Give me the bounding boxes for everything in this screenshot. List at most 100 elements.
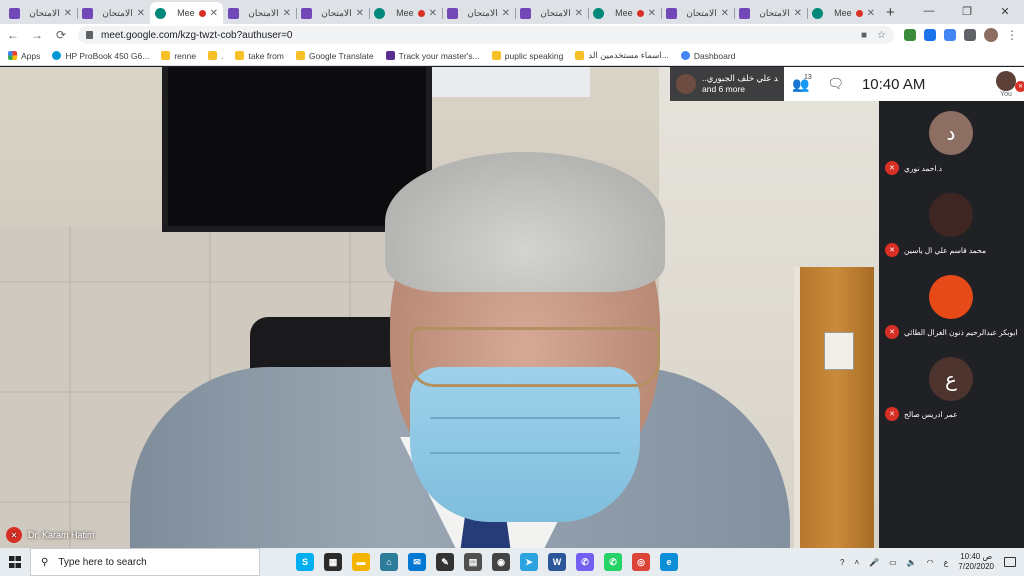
skype-icon[interactable]: S: [296, 553, 314, 571]
close-tab-icon[interactable]: ✕: [502, 8, 510, 19]
network-icon[interactable]: ⌂: [380, 553, 398, 571]
mail-icon[interactable]: ✉: [408, 553, 426, 571]
bookmark-item[interactable]: Google Translate: [295, 51, 374, 61]
help-icon[interactable]: ?: [840, 558, 844, 567]
close-tab-icon[interactable]: ✕: [721, 8, 729, 19]
mic-off-icon: ✕: [885, 407, 899, 421]
browser-tab[interactable]: الامتحان ✕: [4, 2, 77, 24]
bookmark-item[interactable]: puplic speaking: [491, 51, 563, 61]
browser-tab[interactable]: الامتحان ✕: [661, 2, 734, 24]
bookmark-item[interactable]: renne: [161, 51, 196, 61]
reload-button[interactable]: ⟳: [54, 28, 68, 42]
recording-icon: [855, 9, 863, 17]
close-tab-icon[interactable]: ✕: [867, 8, 875, 19]
address-bar[interactable]: meet.google.com/kzg-twzt-cob?authuser=0 …: [78, 26, 894, 44]
profile-avatar[interactable]: [984, 28, 998, 42]
bookmark-item[interactable]: HP ProBook 450 G6...: [52, 51, 149, 61]
chrome-icon[interactable]: ◎: [632, 553, 650, 571]
menu-icon[interactable]: ⋮: [1006, 28, 1018, 42]
participant-tile[interactable]: ع ✕ عمر ادريس صالح: [879, 347, 1024, 429]
tab-title: الامتحان: [759, 7, 790, 18]
close-tab-icon[interactable]: ✕: [648, 8, 656, 19]
start-button[interactable]: [0, 548, 30, 576]
battery-icon[interactable]: ▭: [889, 558, 897, 567]
camera-icon[interactable]: ■: [861, 30, 867, 41]
participant-tile[interactable]: ✕ محمد قاسم علي ال ياسين: [879, 183, 1024, 265]
new-tab-button[interactable]: +: [886, 2, 895, 24]
puzzle-icon[interactable]: [964, 29, 976, 41]
close-tab-icon[interactable]: ✕: [356, 8, 364, 19]
viber-icon[interactable]: ✆: [576, 553, 594, 571]
browser-tab[interactable]: الامتحان ✕: [296, 2, 369, 24]
chat-icon[interactable]: 🗨: [827, 76, 844, 92]
media-icon[interactable]: ◉: [492, 553, 510, 571]
close-tab-icon[interactable]: ✕: [64, 8, 72, 19]
speaker-hair: [385, 152, 665, 292]
close-tab-icon[interactable]: ✕: [575, 8, 583, 19]
door-sign: [824, 332, 854, 370]
maximize-button[interactable]: ❐: [948, 0, 986, 22]
taskbar-date: 7/20/2020: [958, 562, 994, 571]
close-tab-icon[interactable]: ✕: [794, 8, 802, 19]
back-button[interactable]: ←: [6, 28, 20, 42]
browser-tab[interactable]: الامتحان ✕: [734, 2, 807, 24]
store-icon[interactable]: ▦: [324, 553, 342, 571]
notes-icon[interactable]: ✎: [436, 553, 454, 571]
bookmark-item[interactable]: Track your master's...: [385, 51, 480, 61]
mic-off-icon: ✕: [885, 161, 899, 175]
language-indicator[interactable]: ع: [944, 558, 949, 567]
up-arrow-icon[interactable]: ˄: [854, 558, 859, 567]
extension-icon[interactable]: [924, 29, 936, 41]
browser-tab[interactable]: Mee ✕: [807, 2, 880, 24]
word-icon[interactable]: W: [548, 553, 566, 571]
calculator-icon[interactable]: ▤: [464, 553, 482, 571]
people-icon[interactable]: 👥 13: [792, 74, 812, 93]
self-avatar: [996, 70, 1016, 91]
form-icon: [228, 7, 239, 19]
notification-icon[interactable]: [1004, 557, 1016, 567]
explorer-icon[interactable]: ▬: [352, 553, 370, 571]
bookmark-item[interactable]: Apps: [8, 51, 40, 61]
mic-off-icon: ✕: [885, 325, 899, 339]
close-tab-icon[interactable]: ✕: [283, 8, 291, 19]
bookmark-item[interactable]: اسماء مستخدمين الد...: [575, 50, 669, 61]
browser-tab[interactable]: Mee ✕: [369, 2, 442, 24]
browser-tab[interactable]: الامتحان ✕: [77, 2, 150, 24]
whatsapp-icon[interactable]: ✆: [604, 553, 622, 571]
mic-icon[interactable]: 🎤: [869, 558, 879, 567]
presenter-avatar: [676, 74, 696, 94]
extension-icon[interactable]: [944, 29, 956, 41]
participant-tile[interactable]: د ✕ د.احمد نوري: [879, 101, 1024, 183]
taskbar-clock[interactable]: 10:40 ص 7/20/2020: [958, 552, 994, 572]
close-tab-icon[interactable]: ✕: [137, 8, 145, 19]
bookmark-item[interactable]: Dashboard: [680, 51, 735, 61]
forward-button[interactable]: →: [30, 28, 44, 42]
close-tab-icon[interactable]: ✕: [210, 8, 218, 19]
browser-tab[interactable]: الامتحان ✕: [442, 2, 515, 24]
participant-label: ✕ ابوبكر عبدالرحيم ذنون الغزال الطائي: [885, 325, 1017, 339]
participant-tile[interactable]: ✕ ابوبكر عبدالرحيم ذنون الغزال الطائي: [879, 265, 1024, 347]
window-controls: — ❐ ✕: [910, 0, 1024, 22]
browser-tab[interactable]: الامتحان ✕: [223, 2, 296, 24]
close-tab-icon[interactable]: ✕: [429, 8, 437, 19]
star-icon[interactable]: ☆: [877, 30, 886, 41]
presenter-chip[interactable]: ..مد علي خلف الجبوري and 6 more: [670, 67, 784, 101]
tab-title: الامتحان: [686, 7, 717, 18]
browser-tab[interactable]: الامتحان ✕: [515, 2, 588, 24]
bookmark-item[interactable]: take from: [235, 51, 284, 61]
folder-icon: [575, 51, 585, 60]
browser-tab[interactable]: Mee ✕: [588, 2, 661, 24]
bookmark-item[interactable]: .: [208, 51, 223, 61]
network-icon[interactable]: ◠: [927, 558, 934, 567]
volume-icon[interactable]: 🔈: [907, 558, 917, 567]
browser-tab[interactable]: Mee ✕: [150, 2, 223, 24]
edge-icon[interactable]: e: [660, 553, 678, 571]
telegram-icon[interactable]: ➤: [520, 553, 538, 571]
extension-icon[interactable]: [904, 29, 916, 41]
taskbar-search[interactable]: ⚲ Type here to search: [30, 548, 260, 576]
self-view[interactable]: You ✕: [996, 70, 1024, 98]
close-window-button[interactable]: ✕: [986, 0, 1024, 22]
minimize-button[interactable]: —: [910, 0, 948, 22]
taskbar-apps: S ▦ ▬ ⌂ ✉ ✎ ▤ ◉ ➤ W ✆ ✆ ◎ e: [296, 553, 678, 571]
bookmarks-bar: Apps HP ProBook 450 G6... renne. take from G…: [0, 46, 1024, 66]
